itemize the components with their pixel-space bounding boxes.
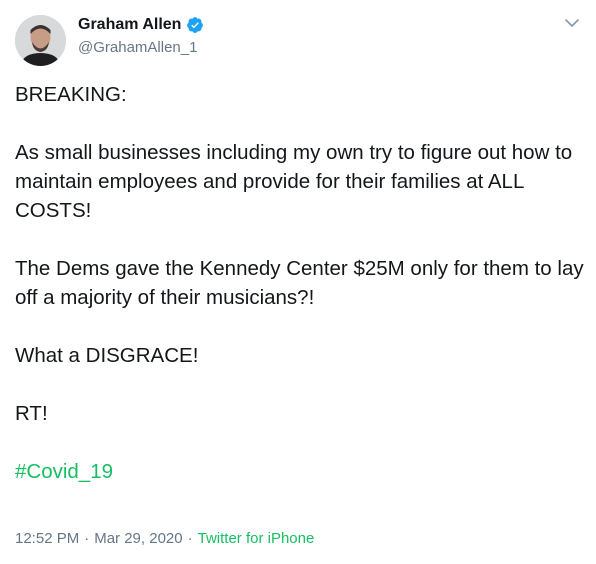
tweet-date[interactable]: Mar 29, 2020 <box>94 530 182 547</box>
tweet-hashtag-line: #Covid_19 <box>15 457 585 486</box>
tweet-paragraph: The Dems gave the Kennedy Center $25M on… <box>15 257 584 309</box>
verified-badge-icon <box>186 16 204 34</box>
hashtag-link[interactable]: #Covid_19 <box>15 460 113 483</box>
author-name-row[interactable]: Graham Allen <box>78 14 204 36</box>
tweet-time[interactable]: 12:52 PM <box>15 530 79 547</box>
avatar[interactable] <box>15 15 66 66</box>
tweet-paragraph: As small businesses including my own try… <box>15 141 573 222</box>
user-avatar-image <box>15 15 66 66</box>
meta-separator: · <box>84 530 90 547</box>
tweet-paragraph: What a DISGRACE! <box>15 344 199 367</box>
tweet-text: BREAKING: As small businesses including … <box>15 80 585 486</box>
author-display-name[interactable]: Graham Allen <box>78 16 181 34</box>
author-handle[interactable]: @GrahamAllen_1 <box>78 39 197 56</box>
meta-separator: · <box>187 530 193 547</box>
tweet-line-breaking: BREAKING: <box>15 83 127 106</box>
chevron-down-icon[interactable] <box>561 12 583 34</box>
tweet-paragraph: RT! <box>15 402 48 425</box>
tweet-meta: 12:52 PM · Mar 29, 2020 · Twitter for iP… <box>15 530 314 547</box>
tweet-source-link[interactable]: Twitter for iPhone <box>198 530 315 547</box>
